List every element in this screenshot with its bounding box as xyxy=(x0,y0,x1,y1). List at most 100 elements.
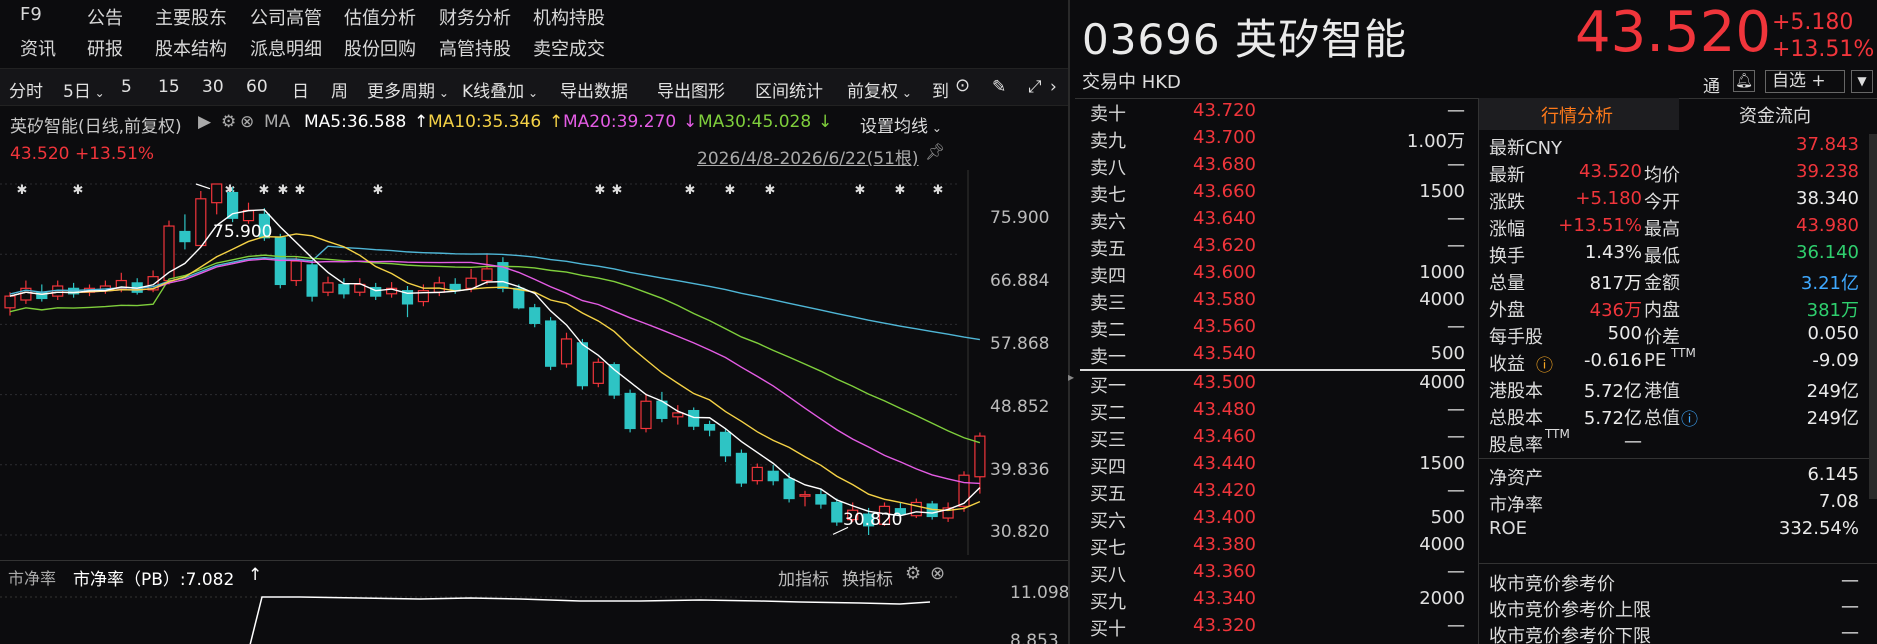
gear-icon[interactable]: ⚙ xyxy=(221,112,236,132)
menu-financials[interactable]: 财务分析 xyxy=(439,4,511,30)
ask-row: 卖三 43.580 4000 xyxy=(1090,289,1465,314)
k-overlay[interactable]: K线叠加 ⌄ xyxy=(462,77,538,102)
order-book: 卖十 43.720— 卖九 43.700 1.00万 卖八 43.680— 卖七 43.6… xyxy=(1080,100,1465,644)
adjust-forward[interactable]: 前复权 ⌄ xyxy=(847,77,912,102)
ma-settings-button[interactable]: 设置均线 ⌄ xyxy=(860,112,942,137)
candle-down xyxy=(688,409,700,427)
event-marker-icon[interactable]: ✱ xyxy=(595,183,606,198)
menu-exec-holdings[interactable]: 高管持股 xyxy=(439,35,511,61)
event-marker-icon[interactable]: ✱ xyxy=(295,183,306,198)
y-tick: 75.900 xyxy=(990,208,1050,228)
menu-news[interactable]: 资讯 xyxy=(20,35,56,61)
event-marker-icon[interactable]: ✱ xyxy=(278,183,289,198)
menu-f9[interactable]: F9 xyxy=(20,4,42,25)
scrollbar[interactable] xyxy=(1869,134,1877,499)
collapse-handle-icon[interactable]: ▸ xyxy=(1068,370,1074,384)
stat-value: 0.050 xyxy=(1807,323,1859,344)
close-icon[interactable]: ⊗ xyxy=(240,112,254,132)
bid-row: 买一 43.500 4000 xyxy=(1090,372,1465,397)
ask-row: 卖十 43.720— xyxy=(1090,100,1465,125)
menu-share-structure[interactable]: 股本结构 xyxy=(155,35,227,61)
goto-date[interactable]: 到 xyxy=(932,77,949,102)
stat-label: 港股本 xyxy=(1489,381,1543,402)
period-60min[interactable]: 60 xyxy=(246,77,268,97)
stat-row: 港股本 5.72亿 港值 249亿 xyxy=(1489,377,1859,404)
stat-value: 436万 xyxy=(1589,300,1642,321)
pin-icon[interactable]: 📌︎ xyxy=(925,142,945,161)
stat-label: 涨跌 xyxy=(1489,192,1525,213)
y-tick: 48.852 xyxy=(990,397,1050,417)
bell-icon[interactable]: 🔔︎ xyxy=(1733,70,1755,92)
period-intraday[interactable]: 分时 xyxy=(9,77,43,102)
connect-label[interactable]: 通 xyxy=(1703,72,1720,97)
play-icon[interactable]: ▶ xyxy=(198,112,211,132)
event-marker-icon[interactable]: ✱ xyxy=(765,183,776,198)
info-icon[interactable]: ⓘ xyxy=(1536,351,1553,376)
stat-label: 均价 xyxy=(1644,165,1680,186)
menu-short-selling[interactable]: 卖空成交 xyxy=(533,35,605,61)
candle-up xyxy=(751,466,763,482)
event-marker-icon[interactable]: ✱ xyxy=(17,183,28,198)
bid-row: 买六 43.400 500 xyxy=(1090,507,1465,532)
chevron-down-icon: ⌄ xyxy=(928,121,942,135)
info-icon[interactable]: ⓘ xyxy=(1681,405,1698,430)
period-week[interactable]: 周 xyxy=(331,77,348,102)
sub-y-tick: 11.098 xyxy=(1010,583,1070,603)
tab-market-analysis[interactable]: 行情分析 xyxy=(1479,98,1679,130)
period-30min[interactable]: 30 xyxy=(202,77,224,97)
menu-research[interactable]: 研报 xyxy=(87,35,123,61)
menu-announcement[interactable]: 公告 xyxy=(87,4,123,30)
sub-indicator-panel: 市净率 市净率（PB）:7.082 ↑ 加指标 换指标 ⚙ ⊗ 11.098 8… xyxy=(0,560,1070,644)
chevron-down-icon: ⌄ xyxy=(898,86,912,100)
divider xyxy=(1479,563,1877,564)
tab-label: 资金流向 xyxy=(1739,106,1811,127)
event-marker-icon[interactable]: ✱ xyxy=(855,183,866,198)
stat-value: 7.08 xyxy=(1818,491,1859,512)
chevron-down-icon[interactable]: ▼ xyxy=(1851,70,1873,93)
date-range[interactable]: 2026/4/8-2026/6/22(51根) xyxy=(697,144,919,169)
menu-buyback[interactable]: 股份回购 xyxy=(344,35,416,61)
export-data-button[interactable]: 导出数据 xyxy=(560,77,628,102)
period-5min[interactable]: 5 xyxy=(121,77,132,97)
event-marker-icon[interactable]: ✱ xyxy=(612,183,623,198)
event-marker-icon[interactable]: ✱ xyxy=(259,183,270,198)
menu-institutions[interactable]: 机构持股 xyxy=(533,4,605,30)
event-marker-icon[interactable]: ✱ xyxy=(895,183,906,198)
chevron-up-circle-icon[interactable]: ⊙ xyxy=(955,75,970,96)
event-marker-icon[interactable]: ✱ xyxy=(725,183,736,198)
menu-dividends[interactable]: 派息明细 xyxy=(250,35,322,61)
export-chart-button[interactable]: 导出图形 xyxy=(657,77,725,102)
panel-splitter[interactable] xyxy=(1068,0,1070,644)
candle-down xyxy=(179,230,191,243)
ma-legend-row: 英矽智能(日线,前复权) ▶ ⚙ ⊗ MA MA5:36.588 ↑ MA10:… xyxy=(0,108,1068,137)
event-marker-icon[interactable]: ✱ xyxy=(73,183,84,198)
event-marker-icon[interactable]: ✱ xyxy=(933,183,944,198)
stat-value: — xyxy=(1841,570,1859,591)
candle-down xyxy=(544,320,557,367)
stock-code-name: 03696 英矽智能 xyxy=(1082,15,1407,64)
ask-row: 卖九 43.700 1.00万 xyxy=(1090,127,1465,152)
event-marker-icon[interactable]: ✱ xyxy=(373,183,384,198)
ma20-line xyxy=(9,258,980,485)
period-5day[interactable]: 5日 ⌄ xyxy=(63,77,105,102)
add-watchlist-button[interactable]: 自选 + xyxy=(1765,70,1845,93)
menu-executives[interactable]: 公司高管 xyxy=(250,4,322,30)
candle-down xyxy=(767,470,779,482)
stat-label: 换手 xyxy=(1489,246,1525,267)
range-stats-button[interactable]: 区间统计 xyxy=(755,77,823,102)
kline-chart[interactable]: ✱ ✱ ✱ ✱ ✱ ✱ ✱ ✱ ✱ ✱ ✱ ✱ ✱ ✱ ✱ xyxy=(0,170,1068,555)
stat-row: ROE 332.54% xyxy=(1489,518,1859,545)
stat-label: 收益 xyxy=(1489,354,1525,375)
candle-down xyxy=(513,287,525,309)
candle-up xyxy=(481,268,493,282)
more-periods[interactable]: 更多周期 ⌄ xyxy=(367,77,449,102)
event-marker-icon[interactable]: ✱ xyxy=(685,183,696,198)
candle-down xyxy=(719,431,732,457)
tab-fund-flow[interactable]: 资金流向 xyxy=(1679,98,1877,130)
pb-line-chart xyxy=(0,596,960,644)
menu-valuation[interactable]: 估值分析 xyxy=(344,4,416,30)
period-day[interactable]: 日 xyxy=(292,77,309,102)
period-15min[interactable]: 15 xyxy=(158,77,180,97)
stat-label: 收市竞价参考价上限 xyxy=(1489,600,1651,621)
menu-major-holders[interactable]: 主要股东 xyxy=(155,4,227,30)
